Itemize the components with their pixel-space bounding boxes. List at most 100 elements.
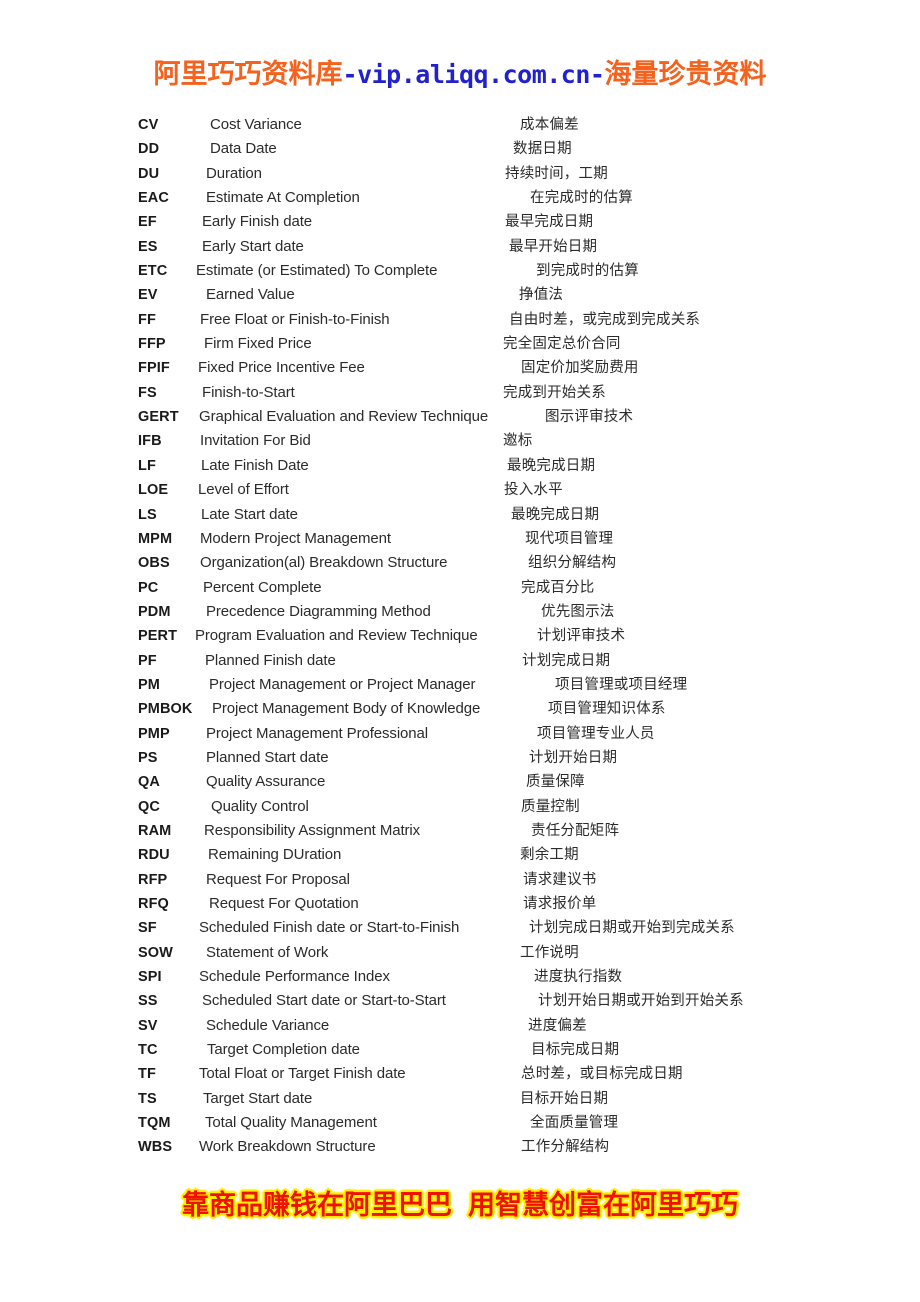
english-term-cell: Statement of Work — [206, 943, 329, 961]
table-row: PMBOK Project Management Body of Knowledg… — [0, 697, 920, 721]
abbreviation-cell: PF — [138, 652, 157, 669]
table-row: TS Target Start date 目标开始日期 — [0, 1087, 920, 1111]
abbreviation-cell: QA — [138, 774, 160, 791]
table-row: EF Early Finish date 最早完成日期 — [0, 210, 920, 234]
english-term-cell: Program Evaluation and Review Technique — [195, 627, 478, 645]
abbreviation-cell: DU — [138, 165, 160, 182]
abbreviation-cell: RDU — [138, 847, 170, 864]
abbreviation-cell: LS — [138, 506, 157, 523]
english-term-cell: Earned Value — [206, 286, 295, 304]
table-row: WBS Work Breakdown Structure 工作分解结构 — [0, 1135, 920, 1159]
table-row: QA Quality Assurance 质量保障 — [0, 770, 920, 794]
english-term-cell: Fixed Price Incentive Fee — [198, 359, 365, 377]
english-term-cell: Quality Control — [211, 797, 309, 815]
table-row: FS Finish-to-Start 完成到开始关系 — [0, 381, 920, 405]
abbreviation-cell: QC — [138, 798, 160, 815]
english-term-cell: Invitation For Bid — [200, 432, 311, 450]
chinese-translation-cell: 责任分配矩阵 — [531, 822, 620, 839]
english-term-cell: Remaining DUration — [208, 846, 342, 864]
footer-text-left: 靠商品赚钱在阿里巴巴 — [182, 1190, 452, 1221]
abbreviation-cell: EAC — [138, 190, 169, 207]
abbreviation-cell: SS — [138, 993, 158, 1010]
chinese-translation-cell: 最晚完成日期 — [507, 457, 596, 474]
english-term-cell: Percent Complete — [203, 578, 322, 596]
abbreviation-cell: SV — [138, 1017, 158, 1034]
chinese-translation-cell: 最早开始日期 — [509, 238, 598, 255]
table-row: SOW Statement of Work 工作说明 — [0, 941, 920, 965]
english-term-cell: Cost Variance — [210, 116, 302, 133]
english-term-cell: Scheduled Start date or Start-to-Start — [202, 992, 446, 1010]
chinese-translation-cell: 邀标 — [503, 433, 533, 450]
table-row: RFQ Request For Quotation 请求报价单 — [0, 892, 920, 916]
table-row: QC Quality Control 质量控制 — [0, 795, 920, 819]
table-row: IFB Invitation For Bid 邀标 — [0, 429, 920, 453]
table-row: DD Data Date 数据日期 — [0, 137, 920, 161]
chinese-translation-cell: 优先图示法 — [541, 603, 615, 620]
chinese-translation-cell: 项目管理或项目经理 — [555, 676, 688, 693]
abbreviation-cell: SOW — [138, 944, 173, 961]
english-term-cell: Request For Quotation — [209, 895, 359, 912]
abbreviation-cell: GERT — [138, 409, 179, 426]
table-row: GERT Graphical Evaluation and Review Tech… — [0, 405, 920, 429]
table-row: TF Total Float or Target Finish date 总时差，或… — [0, 1062, 920, 1086]
chinese-translation-cell: 完成百分比 — [521, 579, 595, 596]
english-term-cell: Schedule Variance — [206, 1016, 330, 1034]
chinese-translation-cell: 全面质量管理 — [530, 1115, 619, 1132]
chinese-translation-cell: 计划完成日期或开始到完成关系 — [529, 920, 735, 937]
chinese-translation-cell: 完成到开始关系 — [503, 384, 606, 401]
english-term-cell: Target Start date — [203, 1089, 313, 1107]
english-term-cell: Quality Assurance — [206, 773, 326, 791]
chinese-translation-cell: 工作分解结构 — [521, 1139, 610, 1156]
chinese-translation-cell: 成本偏差 — [520, 117, 579, 133]
table-row: LS Late Start date 最晚完成日期 — [0, 503, 920, 527]
table-row: FF Free Float or Finish-to-Finish 自由时差，或完成… — [0, 308, 920, 332]
english-term-cell: Estimate At Completion — [206, 189, 360, 207]
abbreviation-cell: FPIF — [138, 360, 170, 377]
table-row: EV Earned Value 挣值法 — [0, 283, 920, 307]
abbreviation-cell: TC — [138, 1042, 158, 1059]
english-term-cell: Level of Effort — [198, 481, 289, 499]
table-row: ETC Estimate (or Estimated) To Complete 到完… — [0, 259, 920, 283]
table-row: SV Schedule Variance 进度偏差 — [0, 1014, 920, 1038]
abbreviation-cell: LOE — [138, 482, 169, 499]
chinese-translation-cell: 现代项目管理 — [525, 530, 614, 547]
chinese-translation-cell: 完全固定总价合同 — [503, 336, 621, 353]
table-row: PF Planned Finish date 计划完成日期 — [0, 649, 920, 673]
abbreviation-cell: ES — [138, 238, 158, 255]
chinese-translation-cell: 目标开始日期 — [520, 1090, 609, 1107]
english-term-cell: Planned Start date — [206, 748, 329, 766]
english-term-cell: Scheduled Finish date or Start-to-Finish — [199, 919, 460, 937]
abbreviation-cell: TF — [138, 1066, 156, 1083]
english-term-cell: Total Float or Target Finish date — [199, 1065, 406, 1083]
table-row: MPM Modern Project Management 现代项目管理 — [0, 527, 920, 551]
table-row: FPIF Fixed Price Incentive Fee 固定价加奖励费用 — [0, 356, 920, 380]
glossary-table: CV Cost Variance 成本偏差 DD Data Date 数据日期 DU Dura… — [0, 113, 920, 1160]
chinese-translation-cell: 固定价加奖励费用 — [521, 360, 639, 377]
abbreviation-cell: EF — [138, 214, 157, 231]
chinese-translation-cell: 计划开始日期或开始到开始关系 — [538, 993, 744, 1010]
chinese-translation-cell: 图示评审技术 — [545, 409, 634, 426]
english-term-cell: Project Management or Project Manager — [209, 675, 476, 693]
abbreviation-cell: LF — [138, 457, 156, 474]
english-term-cell: Early Finish date — [202, 213, 313, 231]
chinese-translation-cell: 投入水平 — [504, 482, 563, 499]
table-row: SF Scheduled Finish date or Start-to-Fini… — [0, 916, 920, 940]
abbreviation-cell: CV — [138, 117, 159, 133]
chinese-translation-cell: 持续时间，工期 — [505, 165, 608, 182]
english-term-cell: Graphical Evaluation and Review Techniqu… — [199, 408, 489, 426]
chinese-translation-cell: 组织分解结构 — [528, 555, 617, 572]
chinese-translation-cell: 进度执行指数 — [534, 969, 623, 986]
abbreviation-cell: RFQ — [138, 896, 169, 912]
abbreviation-cell: SPI — [138, 969, 162, 986]
english-term-cell: Late Finish Date — [201, 456, 309, 474]
table-row: PMP Project Management Professional 项目管理专业… — [0, 722, 920, 746]
chinese-translation-cell: 计划评审技术 — [537, 628, 626, 645]
english-term-cell: Target Completion date — [207, 1041, 360, 1059]
chinese-translation-cell: 项目管理专业人员 — [537, 725, 655, 742]
header-chinese-left: 阿里巧巧资料库 — [153, 59, 343, 90]
chinese-translation-cell: 数据日期 — [513, 141, 572, 158]
english-term-cell: Request For Proposal — [206, 870, 350, 888]
table-row: PC Percent Complete 完成百分比 — [0, 576, 920, 600]
abbreviation-cell: PMBOK — [138, 701, 193, 718]
table-row: PDM Precedence Diagramming Method 优先图示法 — [0, 600, 920, 624]
